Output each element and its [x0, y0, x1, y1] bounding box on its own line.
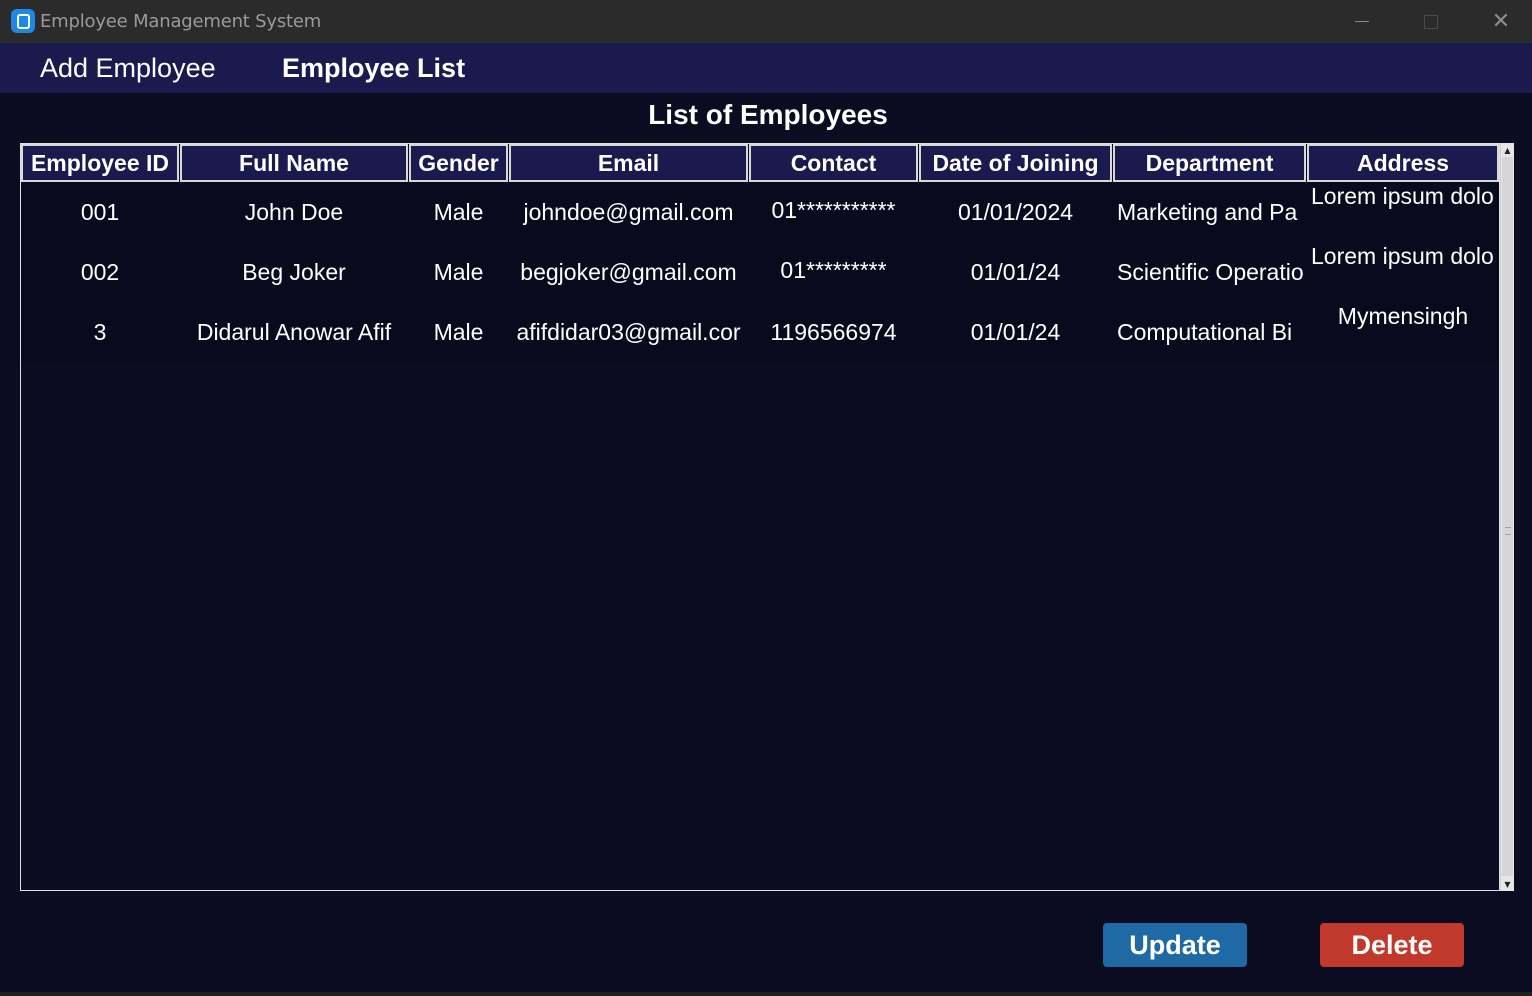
minimize-button[interactable]: [1327, 0, 1397, 43]
column-header-full-name[interactable]: Full Name: [180, 144, 408, 182]
column-header-department[interactable]: Department: [1113, 144, 1306, 182]
cell-contact: 01***********: [771, 197, 896, 223]
nav-bar: Add Employee Employee List: [0, 43, 1532, 93]
close-button[interactable]: ✕: [1466, 0, 1532, 43]
cell-date-of-joining: 01/01/24: [970, 259, 1061, 285]
maximize-icon: [1424, 14, 1438, 29]
table-row[interactable]: 3 Didarul Anowar Afif Male afifdidar03@g…: [21, 302, 1499, 362]
table-header-row: Employee ID Full Name Gender Email Conta…: [21, 144, 1499, 182]
app-window: Employee Management System ✕ Add Employe…: [0, 0, 1532, 996]
column-header-gender[interactable]: Gender: [409, 144, 508, 182]
column-header-address[interactable]: Address: [1307, 144, 1499, 182]
column-header-email[interactable]: Email: [509, 144, 748, 182]
delete-button[interactable]: Delete: [1320, 923, 1464, 967]
cell-department: Computational Bi: [1117, 319, 1293, 345]
title-bar: Employee Management System ✕: [0, 0, 1532, 43]
cell-gender: Male: [433, 319, 484, 345]
cell-address: Mymensingh: [1337, 303, 1469, 329]
table-body: 001 John Doe Male johndoe@gmail.com 01**…: [21, 182, 1499, 362]
nav-employee-list[interactable]: Employee List: [282, 53, 465, 84]
cell-address: Lorem ipsum dolo: [1311, 183, 1494, 209]
window-title: Employee Management System: [40, 11, 322, 32]
table-row[interactable]: 001 John Doe Male johndoe@gmail.com 01**…: [21, 182, 1499, 242]
cell-date-of-joining: 01/01/2024: [957, 199, 1074, 225]
nav-add-employee[interactable]: Add Employee: [40, 53, 216, 84]
window-bottom-edge: [0, 992, 1532, 996]
cell-gender: Male: [433, 199, 484, 225]
cell-date-of-joining: 01/01/24: [970, 319, 1061, 345]
scrollbar-thumb[interactable]: [1502, 157, 1513, 876]
table-scrollbar[interactable]: ▲ ▼: [1500, 143, 1514, 891]
table-row[interactable]: 002 Beg Joker Male begjoker@gmail.com 01…: [21, 242, 1499, 302]
cell-department: Scientific Operatio: [1117, 259, 1303, 285]
page-title: List of Employees: [648, 99, 888, 130]
cell-employee-id: 001: [80, 199, 120, 225]
column-header-employee-id[interactable]: Employee ID: [21, 144, 179, 182]
update-button[interactable]: Update: [1103, 923, 1247, 967]
cell-employee-id: 002: [80, 259, 120, 285]
column-header-date-of-joining[interactable]: Date of Joining: [919, 144, 1112, 182]
cell-contact: 01*********: [780, 257, 887, 283]
cell-full-name: Beg Joker: [242, 259, 346, 285]
cell-email: afifdidar03@gmail.cor: [516, 319, 741, 345]
app-icon: [11, 9, 35, 33]
cell-gender: Male: [433, 259, 484, 285]
close-icon: ✕: [1491, 8, 1511, 34]
grip-icon: [1505, 527, 1511, 535]
cell-contact: 1196566974: [770, 319, 897, 345]
maximize-button[interactable]: [1396, 0, 1466, 43]
scroll-down-icon[interactable]: ▼: [1501, 877, 1514, 891]
cell-full-name: Didarul Anowar Afif: [196, 319, 392, 345]
cell-email: johndoe@gmail.com: [523, 199, 734, 225]
minimize-icon: [1355, 21, 1369, 22]
cell-address: Lorem ipsum dolo: [1311, 243, 1494, 269]
cell-employee-id: 3: [93, 319, 107, 345]
cell-email: begjoker@gmail.com: [520, 259, 737, 285]
employee-table: Employee ID Full Name Gender Email Conta…: [20, 143, 1500, 891]
cell-department: Marketing and Pa: [1117, 199, 1298, 225]
cell-full-name: John Doe: [244, 199, 344, 225]
column-header-contact[interactable]: Contact: [749, 144, 918, 182]
scroll-up-icon[interactable]: ▲: [1501, 143, 1514, 157]
